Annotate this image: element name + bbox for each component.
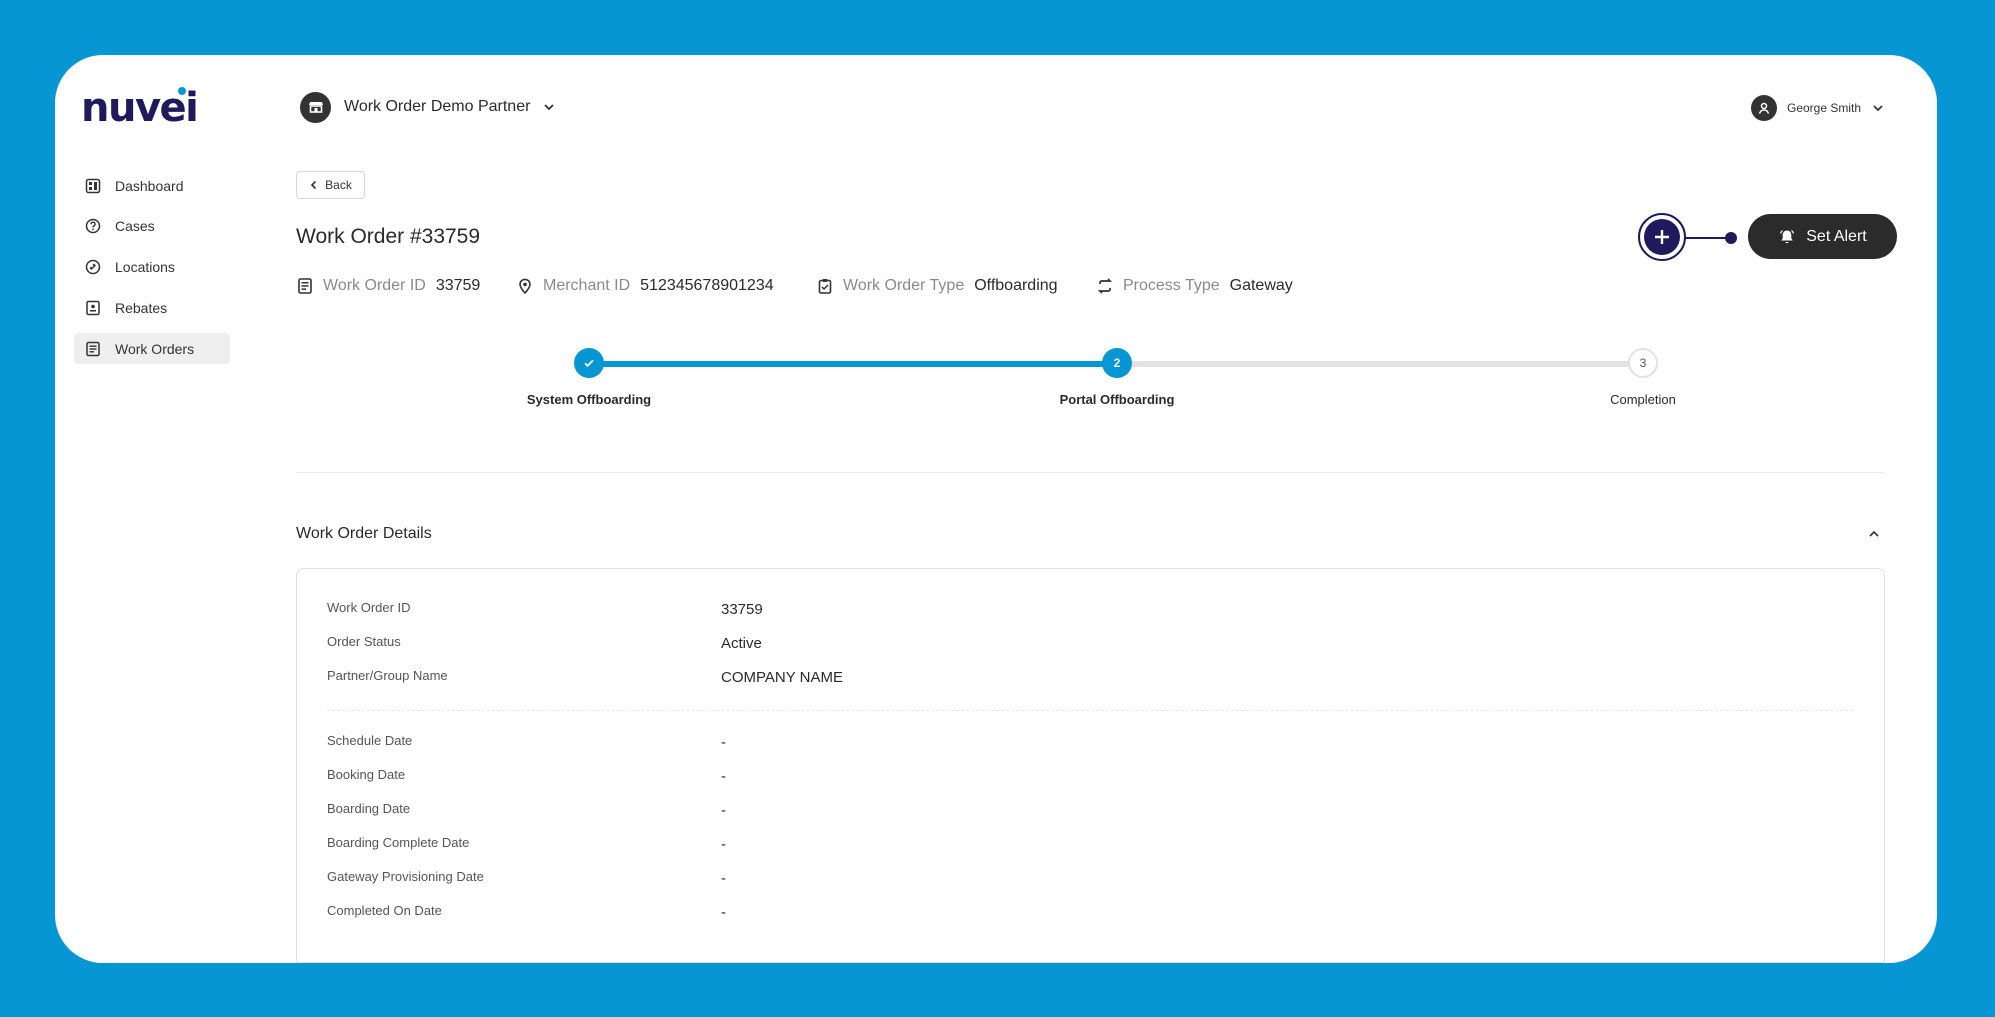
step-2-indicator: 2 (1102, 348, 1132, 378)
plus-icon (1644, 219, 1680, 255)
sidebar-item-label: Locations (115, 258, 175, 275)
step-3-label: Completion (1610, 392, 1676, 407)
sidebar-item-locations[interactable]: Locations (74, 251, 230, 282)
store-icon (300, 91, 331, 123)
card-divider (327, 710, 1853, 711)
step-1-complete-check-icon (574, 348, 604, 378)
step-2-label: Portal Offboarding (1059, 392, 1175, 407)
connector-line (1685, 237, 1727, 239)
detail-value: - (721, 836, 726, 853)
sidebar-item-label: Work Orders (115, 340, 195, 357)
detail-value: COMPANY NAME (721, 669, 843, 686)
detail-value: - (721, 870, 726, 887)
partner-name: Work Order Demo Partner (344, 98, 531, 115)
sidebar-item-rebates[interactable]: Rebates (74, 292, 230, 323)
alarm-bell-icon (1780, 229, 1795, 243)
detail-value: - (721, 904, 726, 921)
chevron-down-icon (1873, 105, 1883, 112)
detail-value: Active (721, 635, 762, 652)
section-divider (296, 472, 1884, 473)
chevron-left-icon (311, 180, 317, 190)
dashboard-icon (85, 178, 101, 194)
back-button[interactable]: Back (296, 171, 365, 199)
user-avatar-icon (1751, 95, 1777, 121)
step-1-label: System Offboarding (526, 392, 652, 407)
meta-label: Work Order ID (323, 277, 426, 294)
meta-work-order-type: Work Order Type Offboarding (816, 274, 1058, 298)
stepper-progress (589, 361, 1117, 367)
add-button[interactable] (1638, 213, 1686, 261)
detail-label: Schedule Date (327, 733, 413, 748)
detail-label: Order Status (327, 634, 401, 649)
detail-label: Booking Date (327, 767, 406, 782)
logo-dot (178, 87, 186, 95)
details-card (296, 568, 1885, 963)
clipboard-icon (816, 277, 834, 295)
page-title: Work Order #33759 (296, 225, 481, 248)
document-icon (296, 277, 314, 295)
user-menu[interactable]: George Smith (1751, 94, 1885, 122)
meta-value: Offboarding (974, 277, 1058, 294)
meta-value: 33759 (435, 277, 481, 294)
detail-label: Gateway Provisioning Date (327, 869, 484, 884)
chevron-up-icon[interactable] (1867, 527, 1881, 541)
location-link-icon (85, 259, 101, 275)
back-label: Back (325, 178, 352, 192)
meta-work-order-id: Work Order ID 33759 (296, 274, 480, 298)
meta-label: Work Order Type (843, 277, 965, 294)
meta-merchant-id: Merchant ID 512345678901234 (516, 274, 774, 298)
set-alert-button[interactable]: Set Alert (1748, 214, 1897, 259)
detail-label: Boarding Complete Date (327, 835, 470, 850)
sidebar-item-cases[interactable]: Cases (74, 210, 230, 241)
sidebar-item-label: Dashboard (115, 177, 184, 194)
detail-label: Work Order ID (327, 600, 411, 615)
document-icon (85, 341, 101, 357)
partner-selector[interactable]: Work Order Demo Partner (300, 90, 556, 124)
detail-value: 33759 (721, 601, 763, 618)
help-circle-icon (85, 218, 101, 234)
user-name: George Smith (1787, 101, 1862, 115)
sidebar-item-dashboard[interactable]: Dashboard (74, 170, 230, 201)
step-3-indicator: 3 (1628, 348, 1658, 378)
meta-label: Merchant ID (543, 277, 631, 294)
rebate-icon (85, 300, 101, 316)
meta-label: Process Type (1123, 277, 1220, 294)
detail-value: - (721, 802, 726, 819)
detail-label: Completed On Date (327, 903, 442, 918)
sidebar-item-work-orders[interactable]: Work Orders (74, 333, 230, 364)
detail-value: - (721, 768, 726, 785)
sync-icon (1096, 277, 1114, 295)
section-title[interactable]: Work Order Details (296, 525, 432, 543)
detail-value: - (721, 734, 726, 751)
sidebar-item-label: Cases (115, 217, 155, 234)
detail-label: Partner/Group Name (327, 668, 448, 683)
connector-dot (1725, 232, 1737, 244)
meta-process-type: Process Type Gateway (1096, 274, 1293, 298)
set-alert-label: Set Alert (1806, 227, 1867, 245)
chevron-down-icon (544, 104, 555, 111)
meta-value: Gateway (1229, 277, 1293, 294)
sidebar-item-label: Rebates (115, 299, 168, 316)
location-pin-icon (516, 277, 534, 295)
detail-label: Boarding Date (327, 801, 411, 816)
meta-value: 512345678901234 (640, 277, 774, 294)
